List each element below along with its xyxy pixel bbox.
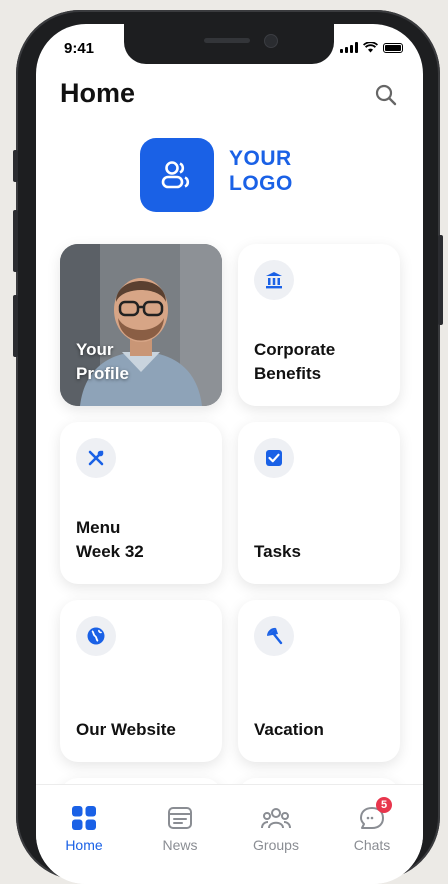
tile-vacation[interactable]: Vacation	[238, 600, 400, 762]
bottom-tab-bar: Home News Groups 5 Chats	[36, 784, 423, 884]
tile-your-profile[interactable]: Your Profile	[60, 244, 222, 406]
wifi-icon	[363, 42, 378, 53]
phone-volume-up	[13, 210, 18, 272]
tile-label: Menu Week 32	[76, 516, 144, 564]
tile-label: Corporate Benefits	[254, 338, 335, 386]
news-icon	[168, 807, 192, 829]
phone-notch	[124, 24, 334, 64]
tab-label: Home	[65, 837, 103, 853]
search-icon[interactable]	[375, 84, 397, 106]
tab-label: Groups	[253, 837, 299, 853]
speaker-grille	[204, 38, 250, 43]
tab-label: Chats	[353, 837, 391, 853]
status-time: 9:41	[64, 40, 95, 57]
tile-label: Our Website	[76, 720, 176, 739]
beach-umbrella-icon	[254, 616, 294, 656]
page-title: Home	[60, 78, 136, 108]
phone-mute-switch	[13, 150, 18, 182]
logo-line-1: YOUR	[229, 147, 292, 170]
tab-chats[interactable]: 5 Chats	[332, 797, 412, 853]
signal-icon	[340, 42, 358, 53]
logo-wordmark: YOUR LOGO	[229, 146, 293, 196]
tile-our-website[interactable]: Our Website	[60, 600, 222, 762]
tile-label-line-2: Week 32	[76, 542, 144, 561]
bank-icon	[254, 260, 294, 300]
tile-label-line-1: Menu	[76, 518, 121, 537]
people-logo-icon	[161, 161, 190, 189]
tab-label: News	[162, 837, 198, 853]
globe-icon	[76, 616, 116, 656]
unread-badge: 5	[376, 797, 392, 813]
phone-power-button	[438, 235, 443, 325]
tile-label: Your Profile	[76, 338, 129, 386]
groups-icon	[261, 808, 291, 829]
tile-label-line-2: Profile	[76, 364, 129, 383]
status-indicators	[340, 42, 403, 53]
tile-menu-week[interactable]: Menu Week 32	[60, 422, 222, 584]
tile-label: Tasks	[254, 542, 301, 561]
tab-groups[interactable]: Groups	[236, 803, 316, 853]
tile-corporate-benefits[interactable]: Corporate Benefits	[238, 244, 400, 406]
cutlery-icon	[76, 438, 116, 478]
tile-label-line-1: Corporate	[254, 340, 336, 359]
tab-home[interactable]: Home	[44, 803, 124, 853]
logo-line-2: LOGO	[229, 172, 293, 195]
tile-label-line-1: Your	[76, 340, 114, 359]
tab-news[interactable]: News	[140, 803, 220, 853]
checkbox-icon	[254, 438, 294, 478]
company-logo	[140, 138, 214, 212]
tile-tasks[interactable]: Tasks	[238, 422, 400, 584]
phone-volume-down	[13, 295, 18, 357]
battery-icon	[383, 42, 403, 53]
tile-label: Vacation	[254, 720, 324, 739]
home-grid-icon	[72, 806, 96, 830]
front-camera	[264, 34, 278, 48]
app-screen: 9:41 Home YOUR LOGO Your Profile Corpora…	[36, 24, 423, 884]
tile-label-line-2: Benefits	[254, 364, 322, 383]
